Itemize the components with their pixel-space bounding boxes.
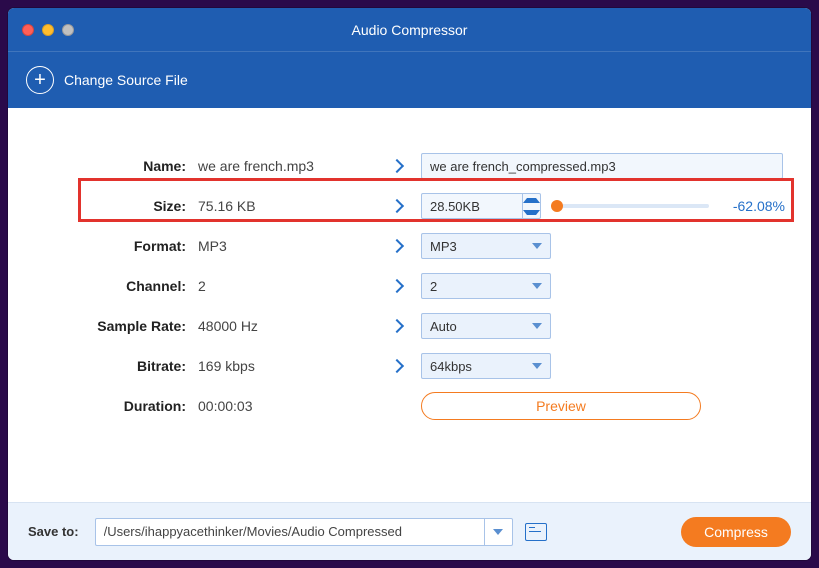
orig-name: we are french.mp3 bbox=[198, 158, 373, 174]
chevron-right-icon bbox=[390, 239, 404, 253]
row-channel: Channel: 2 2 bbox=[28, 266, 791, 306]
format-select-value: MP3 bbox=[430, 239, 457, 254]
row-duration: Duration: 00:00:03 Preview bbox=[28, 386, 791, 426]
channel-select[interactable]: 2 bbox=[421, 273, 551, 299]
channel-select-value: 2 bbox=[430, 279, 437, 294]
compress-button[interactable]: Compress bbox=[681, 517, 791, 547]
save-path-group bbox=[95, 518, 513, 546]
label-name: Name: bbox=[28, 158, 198, 174]
orig-format: MP3 bbox=[198, 238, 373, 254]
label-bitrate: Bitrate: bbox=[28, 358, 198, 374]
sample-rate-select[interactable]: Auto bbox=[421, 313, 551, 339]
content-area: Name: we are french.mp3 Size: 75.16 KB 2… bbox=[8, 108, 811, 502]
orig-duration: 00:00:03 bbox=[198, 398, 373, 414]
row-size: Size: 75.16 KB 28.50KB -62.08% bbox=[28, 186, 791, 226]
save-to-label: Save to: bbox=[28, 524, 79, 539]
orig-sample-rate: 48000 Hz bbox=[198, 318, 373, 334]
chevron-down-icon bbox=[532, 283, 542, 289]
label-format: Format: bbox=[28, 238, 198, 254]
chevron-down-icon bbox=[493, 529, 503, 535]
orig-channel: 2 bbox=[198, 278, 373, 294]
orig-size: 75.16 KB bbox=[198, 198, 373, 214]
chevron-right-icon bbox=[390, 199, 404, 213]
window-title: Audio Compressor bbox=[8, 22, 811, 38]
toolbar: + Change Source File bbox=[8, 52, 811, 108]
orig-bitrate: 169 kbps bbox=[198, 358, 373, 374]
row-bitrate: Bitrate: 169 kbps 64kbps bbox=[28, 346, 791, 386]
label-duration: Duration: bbox=[28, 398, 198, 414]
chevron-down-icon bbox=[532, 323, 542, 329]
save-path-input[interactable] bbox=[95, 518, 485, 546]
bitrate-select[interactable]: 64kbps bbox=[421, 353, 551, 379]
open-folder-icon[interactable] bbox=[525, 523, 547, 541]
label-channel: Channel: bbox=[28, 278, 198, 294]
footer: Save to: Compress bbox=[8, 502, 811, 560]
row-name: Name: we are french.mp3 bbox=[28, 146, 791, 186]
plus-circle-icon[interactable]: + bbox=[26, 66, 54, 94]
chevron-right-icon bbox=[390, 319, 404, 333]
size-slider[interactable] bbox=[557, 204, 709, 208]
chevron-right-icon bbox=[390, 279, 404, 293]
app-window: Audio Compressor + Change Source File Na… bbox=[8, 8, 811, 560]
chevron-right-icon bbox=[390, 159, 404, 173]
bitrate-select-value: 64kbps bbox=[430, 359, 472, 374]
save-path-dropdown[interactable] bbox=[485, 518, 513, 546]
chevron-down-icon bbox=[532, 243, 542, 249]
slider-thumb-icon[interactable] bbox=[551, 200, 563, 212]
stepper-down-icon[interactable] bbox=[523, 206, 540, 218]
stepper-up-icon[interactable] bbox=[523, 194, 540, 206]
sample-rate-select-value: Auto bbox=[430, 319, 457, 334]
output-name-input[interactable] bbox=[421, 153, 783, 179]
format-select[interactable]: MP3 bbox=[421, 233, 551, 259]
preview-button[interactable]: Preview bbox=[421, 392, 701, 420]
output-size-stepper[interactable]: 28.50KB bbox=[421, 193, 541, 219]
label-size: Size: bbox=[28, 198, 198, 214]
row-sample-rate: Sample Rate: 48000 Hz Auto bbox=[28, 306, 791, 346]
chevron-right-icon bbox=[390, 359, 404, 373]
label-sample-rate: Sample Rate: bbox=[28, 318, 198, 334]
output-size-value: 28.50KB bbox=[422, 199, 522, 214]
chevron-down-icon bbox=[532, 363, 542, 369]
row-format: Format: MP3 MP3 bbox=[28, 226, 791, 266]
size-percent: -62.08% bbox=[727, 198, 791, 214]
change-source-button[interactable]: Change Source File bbox=[64, 72, 188, 88]
titlebar: Audio Compressor bbox=[8, 8, 811, 52]
